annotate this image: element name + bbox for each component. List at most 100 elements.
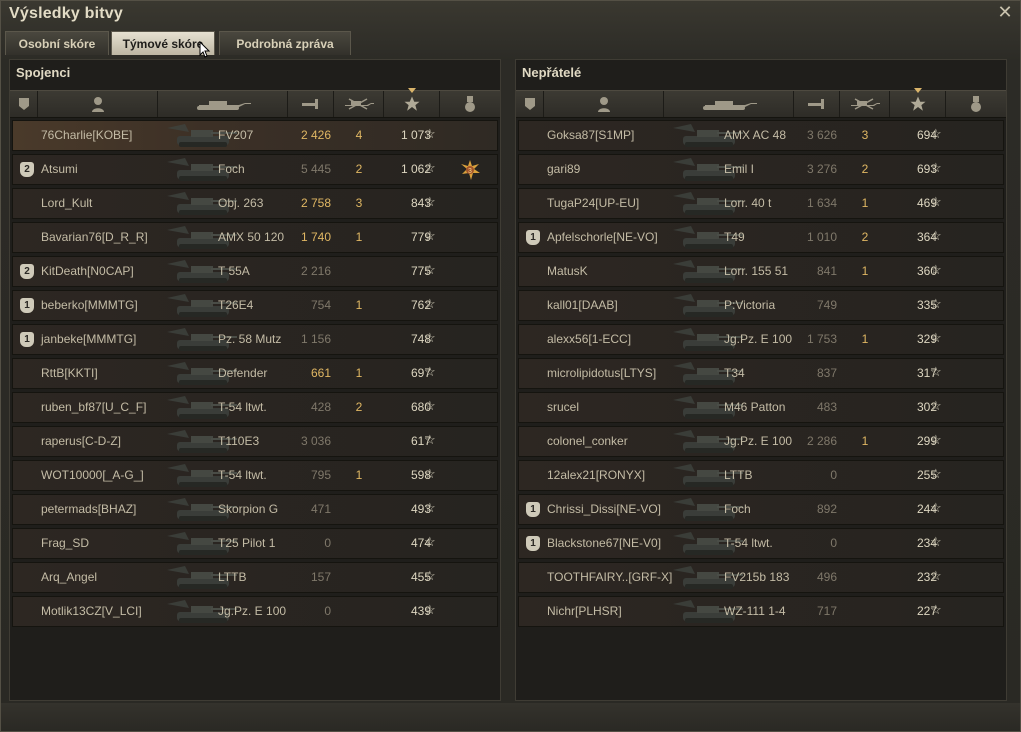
player-row[interactable]: 1 Apfelschorle[NE-VO] T49 1 010 2 364 ☆ — [518, 222, 1004, 253]
player-row[interactable]: gari89 Emil I3 276 2 693 ☆ — [518, 154, 1004, 185]
player-row[interactable]: 1 beberko[MMMTG] T26E4 754 1 762 ☆ — [12, 290, 498, 321]
bottom-bar — [1, 703, 1020, 731]
close-icon[interactable]: ✕ — [996, 3, 1014, 21]
star-icon: ☆ — [930, 432, 942, 447]
squad-badge-icon: 1 — [526, 502, 540, 517]
player-row[interactable]: RttB[KKTI] Defender 661 1 697 ☆ — [12, 358, 498, 389]
tank-name: Obj. 263 — [218, 196, 264, 210]
frags-value: 4 — [355, 128, 363, 142]
player-name: Lord_Kult — [41, 196, 93, 210]
player-row[interactable]: ruben_bf87[U_C_F] T-54 ltwt. 428 2 680 ☆ — [12, 392, 498, 423]
frags-value: 2 — [861, 162, 869, 176]
player-row[interactable]: alexx56[1-ECC] Jg.Pz. E 100 1 753 1 329 ☆ — [518, 324, 1004, 355]
player-name: colonel_conker — [547, 434, 628, 448]
player-row[interactable]: TugaP24[UP-EU] Lorr. 40 t1 634 1 469 ☆ — [518, 188, 1004, 219]
sort-indicator-icon — [407, 88, 416, 93]
player-row[interactable]: 76Charlie[KOBE] FV207 2 426 4 1 073 ☆ — [12, 120, 498, 151]
tank-name: Defender — [218, 366, 268, 380]
star-icon: ☆ — [424, 534, 436, 549]
player-row[interactable]: 2 KitDeath[N0CAP] T 55A 2 216 775 ☆ — [12, 256, 498, 287]
damage-value: 749 — [816, 298, 837, 312]
star-icon: ☆ — [424, 296, 436, 311]
tank-column-icon[interactable] — [664, 91, 794, 117]
svg-text:3: 3 — [468, 168, 472, 175]
star-icon: ☆ — [930, 330, 942, 345]
tank-name: Jg.Pz. E 100 — [724, 332, 793, 346]
tank-name: Foch — [218, 162, 245, 176]
medal-column-icon[interactable] — [946, 91, 1006, 117]
star-icon: ☆ — [424, 160, 436, 175]
xp-column-icon[interactable] — [384, 88, 440, 117]
star-icon: ☆ — [424, 194, 436, 209]
player-row[interactable]: Lord_Kult Obj. 263 2 758 3 843 ☆ — [12, 188, 498, 219]
medal-icon[interactable]: 3 — [459, 159, 481, 181]
damage-value: 5 445 — [300, 162, 331, 176]
player-row[interactable]: petermads[BHAZ] Skorpion G 471 493 ☆ — [12, 494, 498, 525]
player-name: ruben_bf87[U_C_F] — [41, 400, 147, 414]
tab-detailed-report[interactable]: Podrobná zpráva — [219, 31, 351, 55]
player-row[interactable]: 12alex21[RONYX] LTTB 0 255 ☆ — [518, 460, 1004, 491]
damage-column-icon[interactable] — [288, 91, 334, 117]
player-row[interactable]: Goksa87[S1MP] AMX AC 48 3 626 3 694 ☆ — [518, 120, 1004, 151]
player-row[interactable]: Arq_Angel LTTB 157 455 ☆ — [12, 562, 498, 593]
star-icon: ☆ — [930, 500, 942, 515]
tank-name: T25 Pilot 1 — [218, 536, 276, 550]
star-icon: ☆ — [424, 500, 436, 515]
player-name: TugaP24[UP-EU] — [547, 196, 640, 210]
player-row[interactable]: TOOTHFAIRY..[GRF-X] FV215b 183 496 232 ☆ — [518, 562, 1004, 593]
tab-personal-score[interactable]: Osobní skóre — [5, 31, 109, 55]
frags-value: 3 — [355, 196, 363, 210]
frags-value: 1 — [355, 230, 363, 244]
battle-results-window: Výsledky bitvy ✕ Osobní skóre Týmové skó… — [0, 0, 1021, 732]
sort-indicator-icon — [913, 88, 922, 93]
xp-column-icon[interactable] — [890, 88, 946, 117]
tank-name: Lorr. 155 51 — [724, 264, 789, 278]
damage-value: 471 — [310, 502, 331, 516]
player-column-icon[interactable] — [38, 91, 158, 117]
player-row[interactable]: Bavarian76[D_R_R] AMX 50 120 1 740 1 779 ☆ — [12, 222, 498, 253]
player-row[interactable]: WOT10000[_A-G_] T-54 ltwt. 795 1 598 ☆ — [12, 460, 498, 491]
player-name: Bavarian76[D_R_R] — [41, 230, 148, 244]
tank-name: Lorr. 40 t — [724, 196, 772, 210]
star-icon: ☆ — [424, 568, 436, 583]
frags-column-icon[interactable] — [840, 91, 890, 117]
player-name: Motlik13CZ[V_LCI] — [41, 604, 142, 618]
tank-name: T49 — [724, 230, 745, 244]
player-row[interactable]: 1 Blackstone67[NE-V0] T-54 ltwt. 0 234 ☆ — [518, 528, 1004, 559]
squad-column-icon[interactable] — [10, 91, 38, 117]
damage-column-icon[interactable] — [794, 91, 840, 117]
tank-name: T-54 ltwt. — [218, 400, 267, 414]
player-column-icon[interactable] — [544, 91, 664, 117]
player-row[interactable]: MatusK Lorr. 155 51 841 1 360 ☆ — [518, 256, 1004, 287]
player-row[interactable]: Frag_SD T25 Pilot 1 0 474 ☆ — [12, 528, 498, 559]
star-icon: ☆ — [424, 228, 436, 243]
medal-column-icon[interactable] — [440, 91, 500, 117]
player-row[interactable]: srucel M46 Patton 483 302 ☆ — [518, 392, 1004, 423]
tank-name: AMX AC 48 — [724, 128, 787, 142]
star-icon: ☆ — [930, 568, 942, 583]
tank-name: Jg.Pz. E 100 — [218, 604, 287, 618]
squad-column-icon[interactable] — [516, 91, 544, 117]
player-row[interactable]: 1 janbeke[MMMTG] Pz. 58 Mutz 1 156 748 ☆ — [12, 324, 498, 355]
player-name: Goksa87[S1MP] — [547, 128, 635, 142]
squad-badge-icon: 1 — [526, 230, 540, 245]
player-row[interactable]: raperus[C-D-Z] T110E3 3 036 617 ☆ — [12, 426, 498, 457]
player-row[interactable]: Motlik13CZ[V_LCI] Jg.Pz. E 100 0 439 ☆ — [12, 596, 498, 627]
star-icon: ☆ — [930, 534, 942, 549]
player-name: beberko[MMMTG] — [41, 298, 138, 312]
tank-name: WZ-111 1-4 — [724, 604, 786, 618]
player-name: gari89 — [547, 162, 581, 176]
star-icon: ☆ — [930, 160, 942, 175]
frags-value: 1 — [861, 434, 869, 448]
tank-column-icon[interactable] — [158, 91, 288, 117]
frags-value: 1 — [355, 298, 363, 312]
player-row[interactable]: microlipidotus[LTYS] T34 837 317 ☆ — [518, 358, 1004, 389]
player-row[interactable]: 1 Chrissi_Dissi[NE-VO] Foch 892 244 ☆ — [518, 494, 1004, 525]
tank-name: T 55A — [218, 264, 250, 278]
player-row[interactable]: 2 Atsumi Foch 5 445 2 1 062 ☆ 3 — [12, 154, 498, 185]
player-row[interactable]: colonel_conker Jg.Pz. E 100 2 286 1 299 ☆ — [518, 426, 1004, 457]
player-row[interactable]: Nichr[PLHSR] WZ-111 1-4 717 227 ☆ — [518, 596, 1004, 627]
tank-name: AMX 50 120 — [218, 230, 285, 244]
player-row[interactable]: kall01[DAAB] P:Victoria 749 335 ☆ — [518, 290, 1004, 321]
frags-column-icon[interactable] — [334, 91, 384, 117]
